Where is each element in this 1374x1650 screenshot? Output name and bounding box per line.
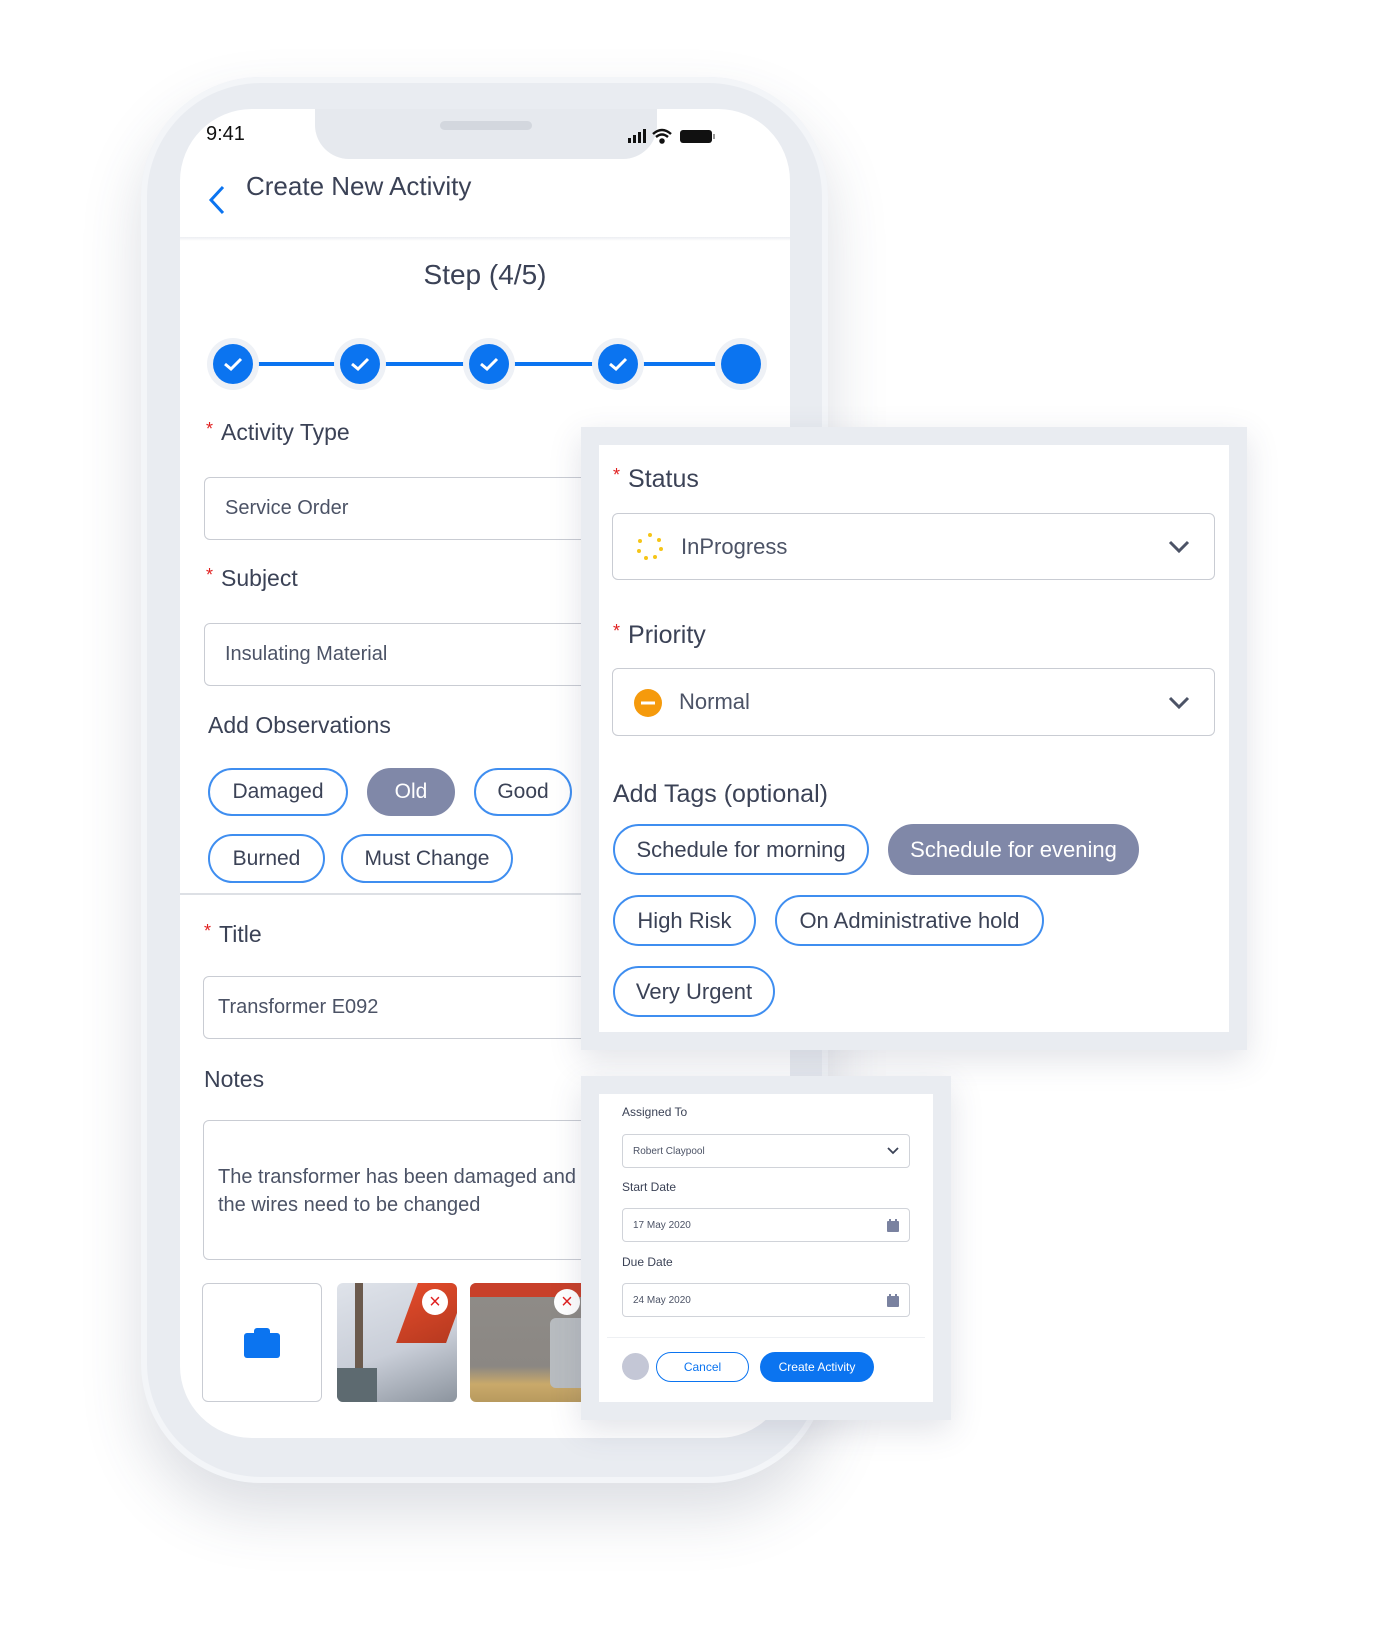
chip-old[interactable]: Old <box>367 768 455 816</box>
minus-circle-icon <box>634 689 662 717</box>
tag-very-urgent[interactable]: Very Urgent <box>613 966 775 1017</box>
tag-schedule-evening[interactable]: Schedule for evening <box>888 824 1139 875</box>
tag-schedule-morning[interactable]: Schedule for morning <box>613 824 869 875</box>
step-3[interactable] <box>463 338 515 390</box>
step-5-current[interactable] <box>715 338 767 390</box>
assigned-to-label: Assigned To <box>622 1105 688 1119</box>
photo-thumbnail[interactable]: × <box>337 1283 457 1402</box>
wifi-icon <box>652 128 672 144</box>
step-4[interactable] <box>592 338 644 390</box>
signal-icon <box>628 129 646 143</box>
step-1[interactable] <box>207 338 259 390</box>
tag-administrative-hold[interactable]: On Administrative hold <box>775 895 1044 946</box>
chip-good[interactable]: Good <box>474 768 572 816</box>
panel-body: Assigned To Robert Claypool Start Date 1… <box>599 1094 933 1402</box>
step-2[interactable] <box>334 338 386 390</box>
start-date-field[interactable]: 17 May 2020 <box>622 1208 910 1242</box>
due-date-field[interactable]: 24 May 2020 <box>622 1283 910 1317</box>
photo-thumbnail[interactable]: × <box>470 1283 590 1402</box>
notes-label: Notes <box>204 1066 265 1092</box>
step-label: Step (4/5) <box>423 259 547 290</box>
check-icon <box>609 357 628 372</box>
chevron-down-icon <box>1168 540 1190 554</box>
battery-icon <box>680 130 715 143</box>
transformer <box>337 1368 377 1402</box>
assignment-panel: Assigned To Robert Claypool Start Date 1… <box>581 1076 951 1420</box>
avatar <box>622 1353 649 1380</box>
chip-damaged[interactable]: Damaged <box>208 768 348 816</box>
priority-select[interactable]: Normal <box>612 668 1215 736</box>
page-title: Create New Activity <box>246 171 472 201</box>
check-icon <box>224 357 243 372</box>
spinner-icon <box>637 532 663 560</box>
status-icons <box>628 128 715 144</box>
add-photo-button[interactable] <box>202 1283 322 1402</box>
panel-body: * Status InProgress * Priority Normal Add … <box>599 445 1229 1032</box>
chevron-down-icon <box>887 1147 899 1155</box>
calendar-icon <box>887 1293 899 1307</box>
assigned-to-select[interactable]: Robert Claypool <box>622 1134 910 1168</box>
header-divider <box>180 237 790 241</box>
notch <box>315 109 657 159</box>
camera-icon <box>244 1327 280 1358</box>
create-activity-button[interactable]: Create Activity <box>760 1352 874 1382</box>
title-label: * Title <box>204 921 262 947</box>
status-priority-panel: * Status InProgress * Priority Normal Add … <box>581 427 1247 1050</box>
check-icon <box>351 357 370 372</box>
chip-must-change[interactable]: Must Change <box>341 834 513 883</box>
subject-label: * Subject <box>206 565 298 591</box>
check-icon <box>480 357 499 372</box>
cancel-button[interactable]: Cancel <box>656 1352 749 1382</box>
footer-divider <box>607 1337 925 1338</box>
back-chevron-icon[interactable] <box>208 185 226 215</box>
tag-high-risk[interactable]: High Risk <box>613 895 756 946</box>
observations-label: Add Observations <box>208 712 391 738</box>
status-select[interactable]: InProgress <box>612 513 1215 580</box>
tags-label: Add Tags (optional) <box>613 780 828 808</box>
chevron-down-icon <box>1168 696 1190 710</box>
status-time: 9:41 <box>206 123 245 145</box>
start-date-label: Start Date <box>622 1180 677 1194</box>
priority-label: * Priority <box>613 621 706 649</box>
remove-photo-icon[interactable]: × <box>554 1289 580 1315</box>
due-date-label: Due Date <box>622 1255 673 1269</box>
calendar-icon <box>887 1218 899 1232</box>
speaker <box>440 121 532 130</box>
chip-burned[interactable]: Burned <box>208 834 325 883</box>
activity-type-label: * Activity Type <box>206 419 350 445</box>
status-label: * Status <box>613 465 699 493</box>
remove-photo-icon[interactable]: × <box>422 1289 448 1315</box>
